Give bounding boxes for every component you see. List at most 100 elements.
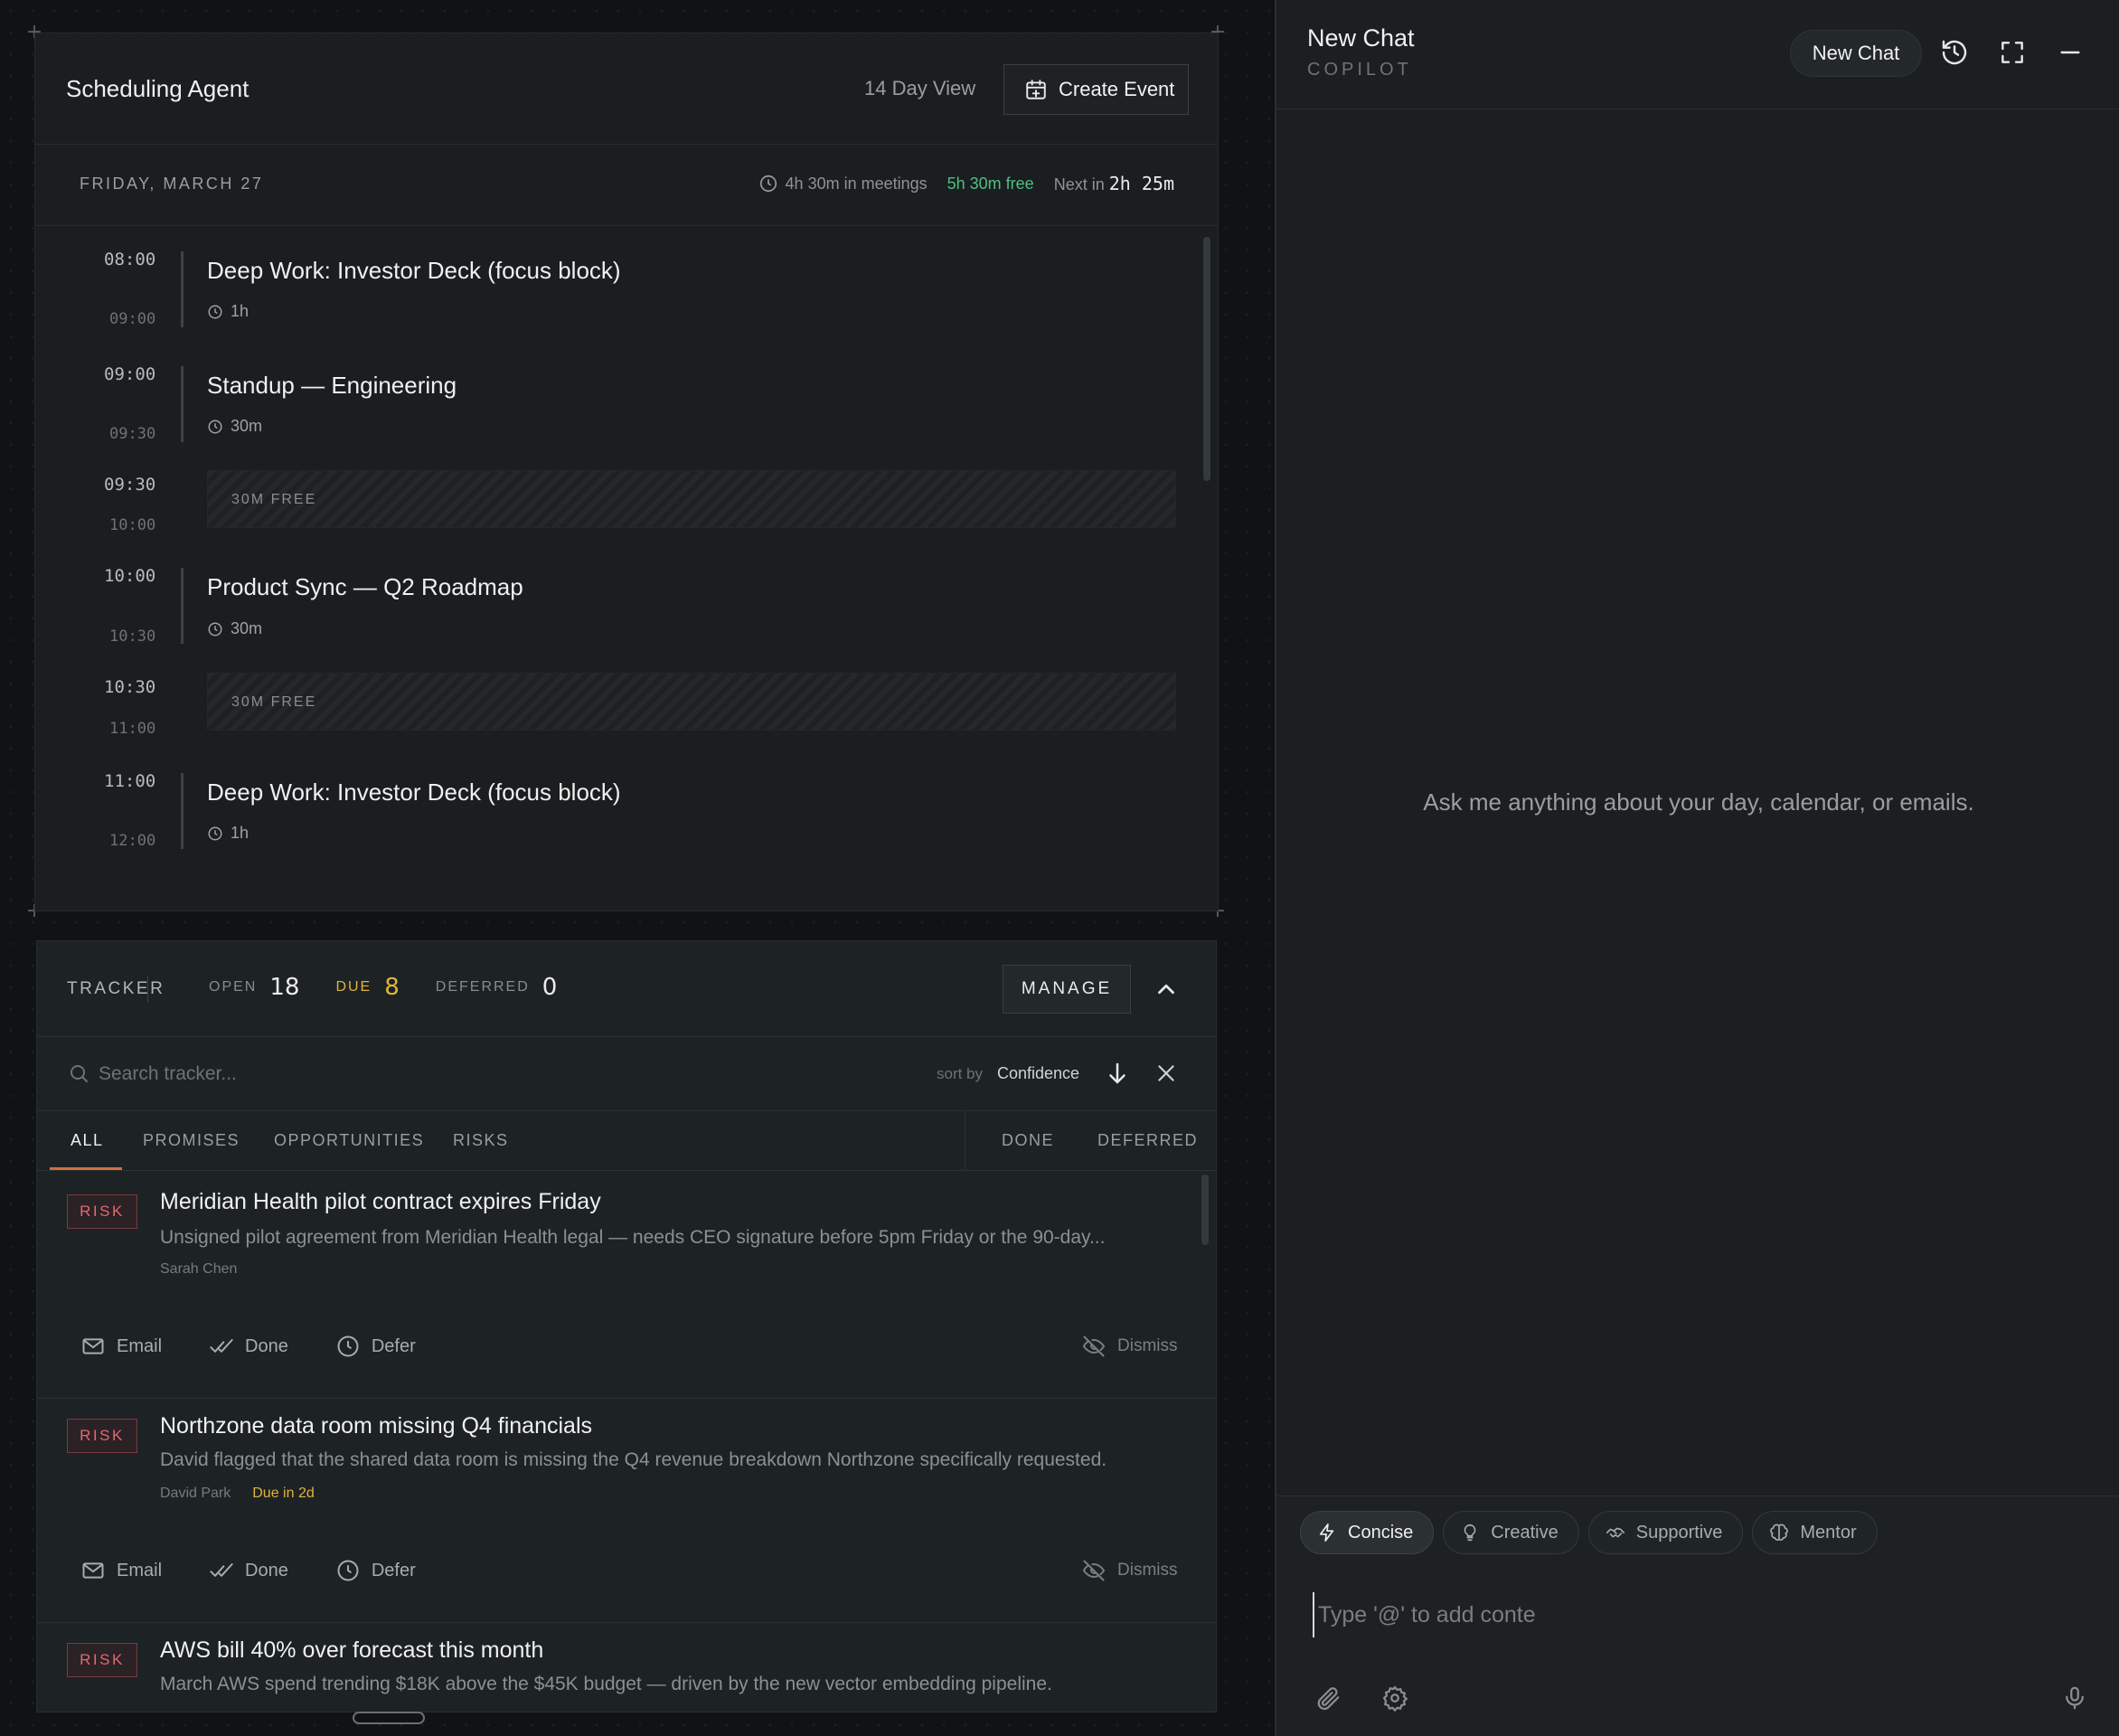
done-action[interactable]: Done xyxy=(209,1334,288,1359)
event-slot[interactable]: 08:00 09:00 Deep Work: Investor Deck (fo… xyxy=(35,226,1210,340)
clock-icon xyxy=(335,1558,361,1583)
done-action-label: Done xyxy=(245,1560,288,1580)
mode-supportive[interactable]: Supportive xyxy=(1587,1511,1744,1554)
tracker-item-title: Northzone data room missing Q4 financial… xyxy=(160,1413,593,1439)
mail-icon xyxy=(80,1334,106,1359)
tab-all[interactable]: ALL xyxy=(71,1131,104,1150)
event-slot[interactable]: 11:00 12:00 Deep Work: Investor Deck (fo… xyxy=(35,749,1210,866)
slot-end-time: 11:00 xyxy=(109,720,156,738)
free-time-text: 5h 30m free xyxy=(946,174,1034,193)
tracker-card: TRACKER OPEN 18 DUE 8 DEFERRED 0 MANAGE … xyxy=(36,940,1217,1712)
done-action-label: Done xyxy=(245,1335,288,1356)
mode-creative[interactable]: Creative xyxy=(1443,1511,1579,1554)
clock-icon xyxy=(758,174,778,193)
manage-button[interactable]: MANAGE xyxy=(1003,965,1131,1014)
tab-promises[interactable]: PROMISES xyxy=(143,1131,240,1150)
calendar-plus-icon xyxy=(1024,78,1048,101)
free-slot[interactable]: 10:30 11:00 30M FREE xyxy=(35,658,1210,749)
due-label: DUE xyxy=(335,979,372,995)
settings-icon[interactable] xyxy=(1381,1684,1408,1712)
item-due-badge: Due in 2d xyxy=(252,1486,315,1501)
event-title: Deep Work: Investor Deck (focus block) xyxy=(207,257,621,284)
tab-done[interactable]: DONE xyxy=(1002,1131,1054,1150)
chevron-up-icon[interactable] xyxy=(1153,976,1180,1003)
defer-action-label: Defer xyxy=(371,1335,416,1356)
double-check-icon xyxy=(209,1558,234,1583)
tab-deferred[interactable]: DEFERRED xyxy=(1097,1131,1198,1150)
free-time-block[interactable]: 30M FREE xyxy=(207,470,1176,528)
tracker-item-description: David flagged that the shared data room … xyxy=(160,1449,1107,1470)
history-icon[interactable] xyxy=(1940,38,1969,67)
event-slot[interactable]: 10:00 10:30 Product Sync — Q2 Roadmap 30… xyxy=(35,544,1210,658)
defer-action[interactable]: Defer xyxy=(335,1334,416,1359)
sort-field-select[interactable]: Confidence xyxy=(997,1064,1079,1083)
event-title: Deep Work: Investor Deck (focus block) xyxy=(207,778,621,806)
email-action[interactable]: Email xyxy=(80,1558,162,1583)
close-icon[interactable] xyxy=(1154,1061,1178,1085)
event-duration-text: 30m xyxy=(231,417,263,435)
done-action[interactable]: Done xyxy=(209,1558,288,1583)
tracker-title: TRACKER xyxy=(67,979,165,998)
slot-start-time: 10:00 xyxy=(104,566,156,586)
open-label: OPEN xyxy=(209,979,258,995)
tracker-item[interactable]: RISK AWS bill 40% over forecast this mon… xyxy=(37,1623,1216,1712)
clock-icon xyxy=(207,304,223,320)
tracker-header: TRACKER OPEN 18 DUE 8 DEFERRED 0 MANAGE xyxy=(37,941,1216,1037)
sort-by-label: sort by xyxy=(937,1065,984,1082)
chat-message-input[interactable] xyxy=(1313,1592,2081,1637)
event-slot[interactable]: 09:00 09:30 Standup — Engineering 30m xyxy=(35,340,1210,454)
tab-risks[interactable]: RISKS xyxy=(453,1131,509,1150)
mode-label: Supportive xyxy=(1635,1522,1723,1543)
clock-icon xyxy=(335,1334,361,1359)
tracker-search-input[interactable] xyxy=(99,1057,605,1091)
scheduling-title: Scheduling Agent xyxy=(66,75,250,102)
copilot-panel: New Chat COPILOT New Chat Ask me anythin… xyxy=(1275,0,2119,1736)
free-time-block[interactable]: 30M FREE xyxy=(207,673,1176,731)
tracker-item-description: Unsigned pilot agreement from Meridian H… xyxy=(160,1227,1106,1248)
day-summary-bar: FRIDAY, MARCH 27 4h 30m in meetings 5h 3… xyxy=(35,145,1218,226)
event-title: Product Sync — Q2 Roadmap xyxy=(207,573,523,600)
mail-icon xyxy=(80,1558,106,1583)
risk-badge: RISK xyxy=(67,1419,137,1453)
microphone-icon[interactable] xyxy=(2061,1684,2088,1712)
chat-composer: Concise Creative Supportive Mentor xyxy=(1276,1495,2119,1736)
event-duration: 1h xyxy=(207,824,249,843)
email-action-label: Email xyxy=(117,1335,163,1356)
tab-opportunities[interactable]: OPPORTUNITIES xyxy=(274,1131,424,1150)
event-rail xyxy=(181,568,184,644)
divider xyxy=(147,976,148,1003)
slot-end-time: 10:30 xyxy=(109,627,156,646)
item-owner: David Park xyxy=(160,1486,231,1501)
paperclip-icon[interactable] xyxy=(1314,1684,1342,1712)
new-chat-button[interactable]: New Chat xyxy=(1790,30,1922,77)
free-slot[interactable]: 09:30 10:00 30M FREE xyxy=(35,454,1210,544)
slot-end-time: 09:30 xyxy=(109,425,156,443)
day-timeline[interactable]: 08:00 09:00 Deep Work: Investor Deck (fo… xyxy=(35,226,1218,895)
email-action[interactable]: Email xyxy=(80,1334,162,1359)
next-prefix: Next in xyxy=(1053,175,1105,193)
tracker-item-meta: Sarah Chen xyxy=(160,1261,237,1278)
scroll-handle[interactable] xyxy=(353,1712,425,1724)
active-tab-indicator xyxy=(50,1167,122,1170)
tracker-item[interactable]: RISK Meridian Health pilot contract expi… xyxy=(37,1175,1216,1399)
eye-off-icon xyxy=(1081,1334,1107,1359)
event-duration-text: 1h xyxy=(231,824,250,842)
tracker-item-meta: David Park Due in 2d xyxy=(160,1486,315,1502)
dismiss-action[interactable]: Dismiss xyxy=(1081,1334,1178,1359)
mode-label: Mentor xyxy=(1800,1522,1857,1543)
view-range-toggle[interactable]: 14 Day View xyxy=(864,77,975,100)
search-icon xyxy=(68,1062,89,1084)
mode-mentor[interactable]: Mentor xyxy=(1752,1511,1878,1554)
tracker-item[interactable]: RISK Northzone data room missing Q4 fina… xyxy=(37,1399,1216,1623)
slot-end-time: 10:00 xyxy=(109,516,156,534)
event-duration: 1h xyxy=(207,302,249,321)
dismiss-action[interactable]: Dismiss xyxy=(1081,1558,1178,1583)
expand-icon[interactable] xyxy=(1998,38,2027,67)
arrow-down-icon[interactable] xyxy=(1104,1060,1131,1087)
scheduling-header: Scheduling Agent 14 Day View Create Even… xyxy=(35,33,1218,145)
minimize-icon[interactable] xyxy=(2056,38,2085,67)
event-rail xyxy=(181,366,184,442)
mode-concise[interactable]: Concise xyxy=(1300,1511,1435,1554)
create-event-button[interactable]: Create Event xyxy=(1003,64,1189,115)
defer-action[interactable]: Defer xyxy=(335,1558,416,1583)
